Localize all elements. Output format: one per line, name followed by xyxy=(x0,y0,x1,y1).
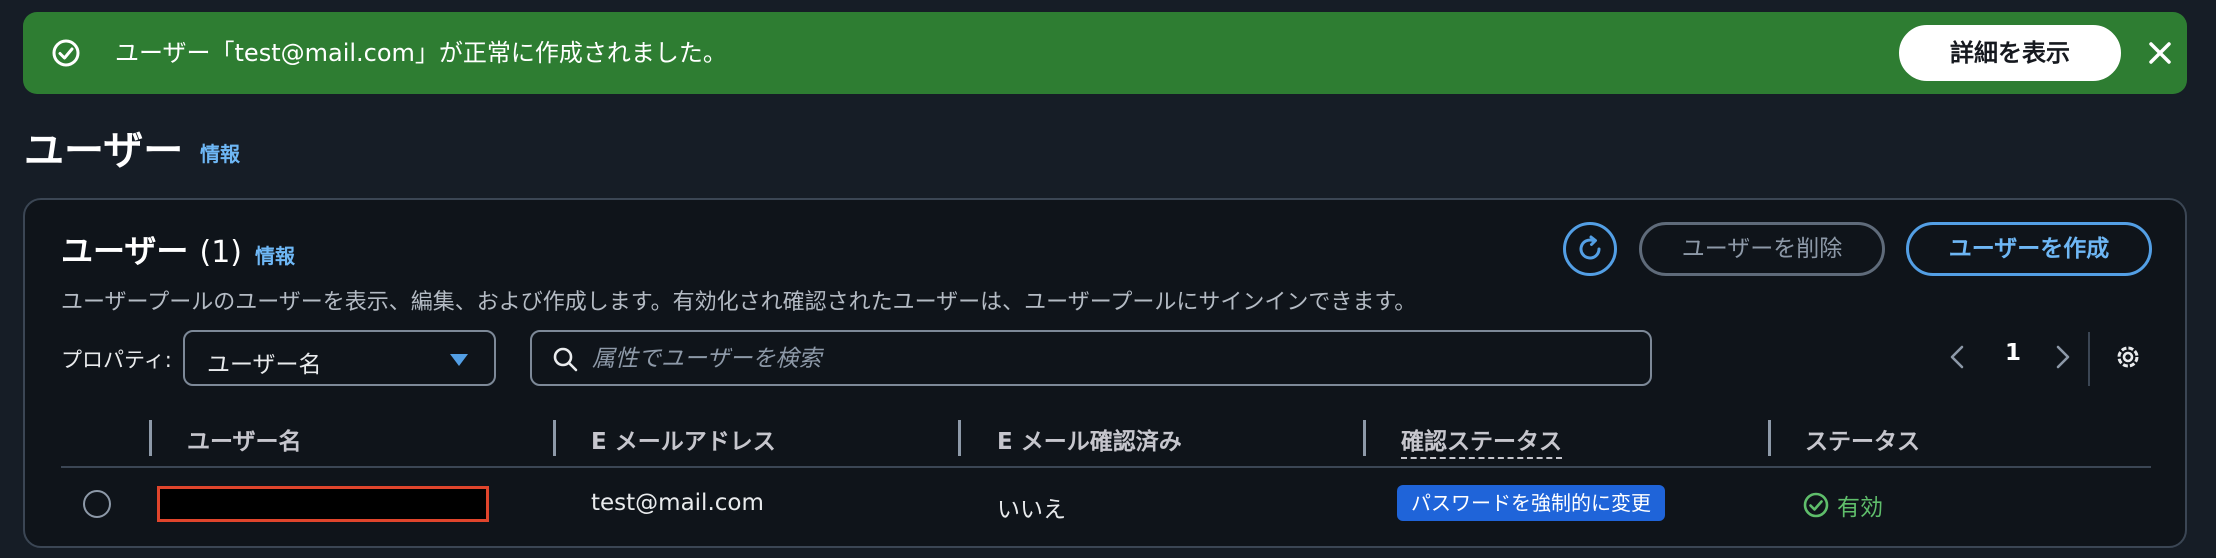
status-cell: 有効 xyxy=(1803,488,1883,522)
panel-title: ユーザー (1) xyxy=(61,226,242,272)
column-header-username[interactable]: ユーザー名 xyxy=(187,422,302,456)
confirmation-status-badge: パスワードを強制的に変更 xyxy=(1397,485,1665,521)
username-cell-redacted[interactable] xyxy=(157,486,489,522)
column-header-email-verified[interactable]: E メール確認済み xyxy=(997,422,1182,456)
column-header-email[interactable]: E メールアドレス xyxy=(591,422,776,456)
pagination-divider xyxy=(2088,332,2090,386)
users-panel: ユーザー (1) 情報 ユーザープールのユーザーを表示、編集、および作成します。… xyxy=(23,198,2187,548)
column-separator[interactable] xyxy=(958,420,961,456)
page-title: ユーザー xyxy=(24,128,184,174)
user-count: (1) xyxy=(199,235,243,270)
pagination-current-page[interactable]: 1 xyxy=(2005,340,2021,366)
status-check-icon xyxy=(1803,492,1829,518)
property-label: プロパティ: xyxy=(61,348,172,372)
panel-info-link[interactable]: 情報 xyxy=(255,240,295,269)
refresh-icon xyxy=(1579,235,1601,260)
search-icon xyxy=(553,347,578,372)
column-separator[interactable] xyxy=(1363,420,1366,456)
search-box[interactable] xyxy=(530,330,1652,386)
email-cell: test@mail.com xyxy=(591,490,764,516)
email-verified-cell: いいえ xyxy=(997,497,1066,523)
row-select-radio[interactable] xyxy=(83,490,111,518)
property-select[interactable]: ユーザー名 xyxy=(183,330,496,386)
panel-title-text: ユーザー xyxy=(61,232,189,270)
column-separator[interactable] xyxy=(1768,420,1771,456)
page-info-link[interactable]: 情報 xyxy=(200,138,240,167)
table-row[interactable]: test@mail.com いいえ パスワードを強制的に変更 有効 xyxy=(61,470,2151,540)
close-icon[interactable] xyxy=(2143,36,2177,70)
chevron-left-icon[interactable] xyxy=(1949,344,1965,370)
caret-down-icon xyxy=(450,354,468,366)
flash-message: ユーザー「test@mail.com」が正常に作成されました。 xyxy=(115,39,727,67)
refresh-button[interactable] xyxy=(1563,222,1617,276)
gear-icon[interactable] xyxy=(2113,342,2143,372)
status-text: 有効 xyxy=(1837,495,1883,521)
view-details-button[interactable]: 詳細を表示 xyxy=(1899,25,2121,81)
column-separator[interactable] xyxy=(149,420,152,456)
confirmation-status-header-label[interactable]: 確認ステータス xyxy=(1401,429,1562,459)
table-header: ユーザー名 E メールアドレス E メール確認済み 確認ステータス ステータス xyxy=(61,410,2151,468)
delete-user-button[interactable]: ユーザーを削除 xyxy=(1639,222,1885,276)
column-header-status[interactable]: ステータス xyxy=(1805,422,1920,456)
success-flashbar: ユーザー「test@mail.com」が正常に作成されました。 詳細を表示 xyxy=(23,12,2187,94)
chevron-right-icon[interactable] xyxy=(2055,344,2071,370)
column-header-confirmation-status[interactable]: 確認ステータス xyxy=(1401,422,1562,459)
property-select-value: ユーザー名 xyxy=(207,352,322,378)
create-user-button[interactable]: ユーザーを作成 xyxy=(1906,222,2152,276)
panel-description: ユーザープールのユーザーを表示、編集、および作成します。有効化され確認されたユー… xyxy=(61,290,1417,315)
column-separator[interactable] xyxy=(553,420,556,456)
check-circle-icon xyxy=(52,39,80,67)
search-input[interactable] xyxy=(592,344,1632,374)
